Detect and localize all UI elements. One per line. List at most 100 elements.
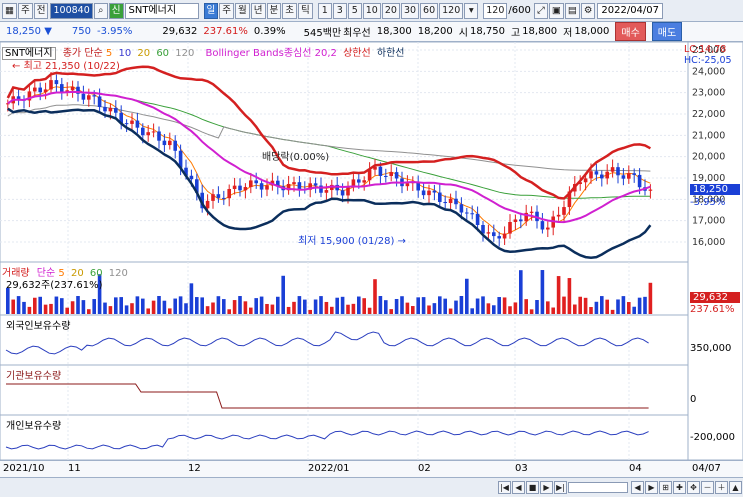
period-second-button[interactable]: 초: [282, 2, 297, 19]
volume-bar: [76, 296, 80, 314]
settings-icon[interactable]: ⚙: [580, 2, 596, 19]
volume-bar: [621, 296, 626, 314]
volume-bar: [211, 302, 215, 314]
volume-bar: [454, 300, 458, 314]
next-icon[interactable]: ▶: [540, 481, 553, 494]
chart-area[interactable]: 25,000 24,000 23,000 22,000 21,000 20,000 19,0…: [0, 41, 743, 461]
chart-navigation-bar: |◀ ◀ ■ ▶ ▶| ◀ ▶ ⊞ ✚ ✥ － ＋ ▲: [0, 477, 743, 497]
chart-toolbar: ▦ 주 전 100840 ⌕ 신 SNT에너지 일 주 월 년 분 초 틱 1 …: [0, 0, 743, 22]
candle-body: [627, 173, 631, 179]
volume-bar: [22, 301, 26, 314]
zoom-in-icon[interactable]: ＋: [715, 481, 728, 494]
price-axis-label: 17,000: [692, 216, 725, 227]
interval-button[interactable]: 20: [381, 2, 400, 19]
more-icon[interactable]: ▾: [464, 2, 479, 19]
last-page-icon[interactable]: ▶|: [554, 481, 567, 494]
volume-bar: [254, 298, 258, 314]
interval-button[interactable]: 60: [420, 2, 439, 19]
chart-canvas[interactable]: 25,00024,00023,00022,00021,00020,00019,0…: [0, 41, 743, 461]
code-type-select[interactable]: 주: [17, 2, 33, 19]
volume-bar: [335, 297, 339, 314]
lock-icon[interactable]: ▤: [564, 2, 580, 19]
period-day-button[interactable]: 일: [203, 2, 219, 19]
interval-button[interactable]: 10: [362, 2, 381, 19]
volume-bar: [529, 309, 534, 314]
volume-bar: [281, 275, 285, 314]
volume-bar: [508, 306, 512, 314]
candle-body: [508, 221, 512, 234]
period-tick-button[interactable]: 틱: [298, 2, 313, 19]
volume-bar: [535, 300, 539, 314]
volume-bar: [616, 299, 620, 314]
prev-icon[interactable]: ◀: [512, 481, 525, 494]
volume-bar: [200, 297, 204, 314]
volume-bar: [513, 302, 518, 314]
candle-body: [54, 80, 59, 85]
volume-bar: [573, 304, 577, 314]
search-icon[interactable]: ⌕: [93, 2, 108, 19]
stop-icon[interactable]: ■: [526, 481, 539, 494]
date-field[interactable]: 2022/04/07: [597, 2, 664, 19]
sell-button[interactable]: 매도: [651, 22, 683, 41]
period-year-button[interactable]: 년: [250, 2, 266, 19]
period-week-button[interactable]: 주: [219, 2, 234, 19]
price-axis-label: 24,000: [692, 66, 725, 77]
volume-bar: [405, 302, 410, 314]
first-page-icon[interactable]: |◀: [498, 481, 511, 494]
count-input[interactable]: 120: [483, 2, 508, 19]
candle-body: [70, 86, 75, 91]
zoom-out-icon[interactable]: －: [701, 481, 714, 494]
buy-button[interactable]: 매수: [615, 22, 646, 41]
period-minute-button[interactable]: 분: [266, 2, 282, 19]
save-icon[interactable]: ▣: [548, 2, 564, 19]
volume-bar: [108, 306, 113, 314]
volume-bar: [243, 301, 248, 314]
volume-ratio: 237.61%: [203, 26, 248, 37]
volume-bar: [189, 283, 194, 314]
candle-body: [92, 95, 96, 97]
volume-bar: [216, 296, 221, 314]
volume-bar: [184, 303, 188, 314]
zoom-icon[interactable]: ⊞: [659, 481, 672, 494]
cross-icon[interactable]: ✚: [673, 481, 686, 494]
scroll-right-icon[interactable]: ▶: [645, 481, 658, 494]
candle-body: [49, 80, 53, 90]
period-month-button[interactable]: 월: [235, 2, 250, 19]
volume-bar: [432, 303, 437, 314]
volume-bar: [600, 296, 604, 314]
candle-body: [589, 171, 593, 179]
pan-icon[interactable]: ✥: [687, 481, 700, 494]
candle-body: [583, 178, 588, 183]
ma20-legend: 20: [137, 48, 151, 59]
volume-bar: [481, 296, 485, 314]
interval-button[interactable]: 30: [400, 2, 420, 19]
candle-body: [405, 183, 410, 187]
volume-bar: [265, 303, 269, 314]
interval-button[interactable]: 3: [332, 2, 347, 19]
candle-body: [362, 180, 366, 183]
candle-body: [357, 179, 361, 183]
candle-body: [605, 171, 609, 179]
candle-body: [459, 204, 464, 213]
prev-label[interactable]: 전: [33, 2, 49, 19]
stock-code-input[interactable]: 100840: [50, 2, 93, 19]
scroll-left-icon[interactable]: ◀: [631, 481, 644, 494]
candle-body: [492, 232, 496, 237]
volume-bar: [567, 278, 572, 314]
foreign-axis-label: 350,000: [690, 343, 732, 354]
volume-bar: [643, 296, 647, 314]
volume-bar: [297, 296, 302, 314]
interval-button[interactable]: 120: [439, 2, 464, 19]
candle-body: [465, 212, 469, 214]
interval-button[interactable]: 5: [347, 2, 362, 19]
grid-icon[interactable]: ▦: [2, 2, 17, 19]
chart-scrollbar[interactable]: [568, 482, 628, 493]
volume-bar: [448, 308, 453, 314]
zoom-in-icon[interactable]: ⤢: [533, 2, 548, 19]
interval-button[interactable]: 1: [317, 2, 332, 19]
candle-body: [189, 175, 194, 180]
candle-body: [448, 198, 453, 204]
volume-bar: [394, 298, 399, 314]
volume-bar: [124, 305, 129, 314]
expand-icon[interactable]: ▲: [729, 481, 742, 494]
